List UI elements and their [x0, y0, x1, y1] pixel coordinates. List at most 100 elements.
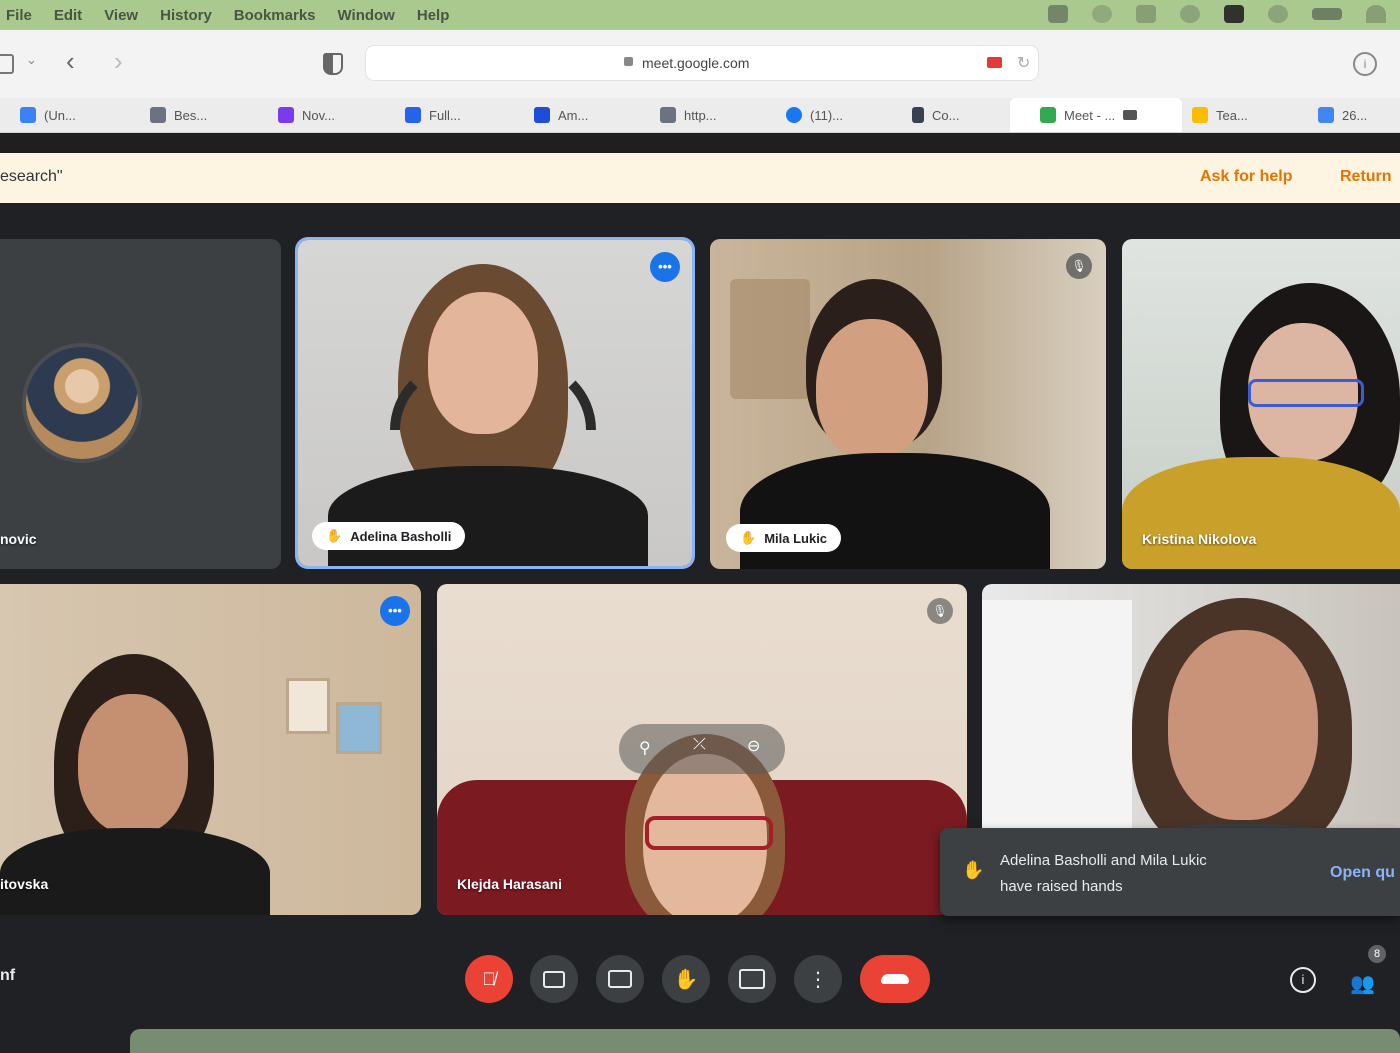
participant-name: Klejda Harasani: [457, 876, 563, 892]
toast-message-line2: have raised hands: [1000, 878, 1123, 895]
participant-name: Adelina Basholli: [350, 528, 452, 544]
hand-icon: ✋: [673, 968, 699, 991]
raise-hand-button[interactable]: ✋: [662, 955, 710, 1003]
clock-icon[interactable]: [1180, 5, 1200, 23]
back-icon[interactable]: ‹: [66, 48, 75, 74]
captions-button[interactable]: [596, 955, 644, 1003]
mute-participant-icon[interactable]: ⤫: [693, 736, 706, 754]
more-options-button[interactable]: ⋮: [794, 955, 842, 1003]
video-person-face: [816, 319, 928, 459]
browser-tabs: (Un... Bes... Nov... Full... Am... http.…: [0, 98, 1400, 133]
toast-message-line1: Adelina Basholli and Mila Lukic: [1000, 852, 1207, 869]
os-dock: [130, 1029, 1400, 1053]
forward-icon[interactable]: ›: [114, 48, 123, 74]
present-button[interactable]: [728, 955, 776, 1003]
menu-window[interactable]: Window: [338, 7, 395, 24]
background-bookshelf: [730, 279, 810, 399]
remove-participant-icon[interactable]: ⊖: [747, 736, 760, 756]
moon-icon[interactable]: [1092, 5, 1112, 23]
leave-call-button[interactable]: [860, 955, 930, 1003]
breakout-banner: esearch" Ask for help Return: [0, 153, 1400, 203]
captions-icon: [608, 970, 632, 988]
lock-icon: [624, 57, 633, 66]
menu-help[interactable]: Help: [417, 7, 450, 24]
banner-text: esearch": [0, 168, 63, 185]
tab-6[interactable]: http...: [660, 104, 717, 126]
meeting-info-button[interactable]: i: [1290, 967, 1316, 993]
tab-meet-active[interactable]: Meet - ...: [1010, 98, 1182, 132]
participant-name: Mila Lukic: [764, 530, 828, 546]
tab-favicon: [1318, 107, 1334, 123]
participant-tile-novic[interactable]: novic: [0, 239, 281, 569]
raised-hands-toast[interactable]: ✋ Adelina Basholli and Mila Lukic have r…: [940, 828, 1400, 916]
participant-tile-itovska[interactable]: ••• itovska: [0, 584, 421, 915]
return-link[interactable]: Return: [1340, 168, 1392, 186]
menu-file[interactable]: File: [6, 7, 32, 24]
participant-tile-adelina[interactable]: ••• ✋ Adelina Basholli: [298, 240, 692, 566]
video-person-body: [0, 828, 270, 915]
tab-favicon: [405, 107, 421, 123]
hover-controls: ⚲ ⤫ ⊖: [619, 724, 785, 774]
info-icon: i: [1301, 972, 1305, 987]
muted-mic-icon: 🎙: [927, 598, 953, 624]
menu-view[interactable]: View: [104, 7, 138, 24]
screen-record-icon[interactable]: [1136, 5, 1156, 23]
tab-11[interactable]: 26...: [1318, 104, 1367, 126]
app-icon[interactable]: [1224, 5, 1244, 23]
mic-off-button[interactable]: 🎙̸: [465, 955, 513, 1003]
open-queue-button[interactable]: Open qu: [1330, 864, 1395, 882]
people-count-badge: 8: [1368, 945, 1386, 963]
camera-status-icon[interactable]: [1048, 5, 1068, 23]
menu-edit[interactable]: Edit: [54, 7, 82, 24]
raised-hand-icon: ✋: [740, 530, 757, 545]
tab-4[interactable]: Full...: [405, 104, 461, 126]
participant-avatar: [26, 347, 138, 459]
video-person-face: [1168, 630, 1318, 820]
chevron-down-icon[interactable]: ⌄: [26, 52, 37, 68]
speaking-indicator-icon: •••: [380, 596, 410, 626]
glasses-shape: [645, 816, 773, 850]
reload-icon[interactable]: ↻: [1017, 53, 1030, 73]
tab-2[interactable]: Bes...: [150, 104, 207, 126]
tab-favicon: [150, 107, 166, 123]
menu-bookmarks[interactable]: Bookmarks: [234, 7, 316, 24]
participant-tile-mila[interactable]: 🎙 ✋ Mila Lukic: [710, 239, 1106, 569]
hang-up-icon: [881, 974, 909, 984]
mic-off-icon: 🎙̸: [482, 968, 496, 989]
tab-8[interactable]: Co...: [912, 104, 959, 126]
tab-7[interactable]: (11)...: [786, 104, 843, 126]
tab-favicon: [912, 107, 924, 123]
people-button[interactable]: 👥 8: [1346, 945, 1386, 997]
shield-icon[interactable]: [323, 53, 343, 75]
tab-5[interactable]: Am...: [534, 104, 588, 126]
camera-button[interactable]: [530, 955, 578, 1003]
participant-tile-klejda[interactable]: ⚲ ⤫ ⊖ 🎙 Klejda Harasani: [437, 584, 967, 915]
tab-3[interactable]: Nov...: [278, 104, 335, 126]
meeting-stage: novic ••• ✋ Adelina Basholli 🎙 ✋ Mila Lu…: [0, 203, 1400, 1053]
tab-1[interactable]: (Un...: [20, 104, 76, 126]
participant-name: Kristina Nikolova: [1142, 531, 1257, 547]
sidebar-toggle-icon[interactable]: [0, 54, 14, 74]
settings-icon[interactable]: [1268, 5, 1288, 23]
battery-icon[interactable]: [1312, 8, 1342, 20]
meet-favicon: [1040, 107, 1056, 123]
ask-for-help-link[interactable]: Ask for help: [1200, 168, 1292, 186]
tab-favicon: [278, 107, 294, 123]
tab-10[interactable]: Tea...: [1192, 104, 1248, 126]
recording-camera-icon[interactable]: [987, 57, 1002, 68]
raised-hand-icon: ✋: [962, 860, 985, 880]
address-bar[interactable]: meet.google.com ↻: [366, 46, 1038, 80]
participant-name: itovska: [0, 876, 49, 892]
pin-icon[interactable]: ⚲: [639, 738, 651, 758]
video-person-body: [328, 466, 648, 566]
video-person-body: [1122, 457, 1400, 569]
tab-favicon: [534, 107, 550, 123]
participant-tile-kristina[interactable]: Kristina Nikolova: [1122, 239, 1400, 569]
participant-name: novic: [0, 531, 37, 547]
wifi-icon[interactable]: [1366, 5, 1386, 23]
os-menu-bar: File Edit View History Bookmarks Window …: [0, 0, 1400, 30]
menu-history[interactable]: History: [160, 7, 212, 24]
name-pill-mila: ✋ Mila Lukic: [726, 524, 842, 552]
info-icon[interactable]: i: [1353, 52, 1377, 76]
raised-hand-icon: ✋: [326, 528, 343, 543]
